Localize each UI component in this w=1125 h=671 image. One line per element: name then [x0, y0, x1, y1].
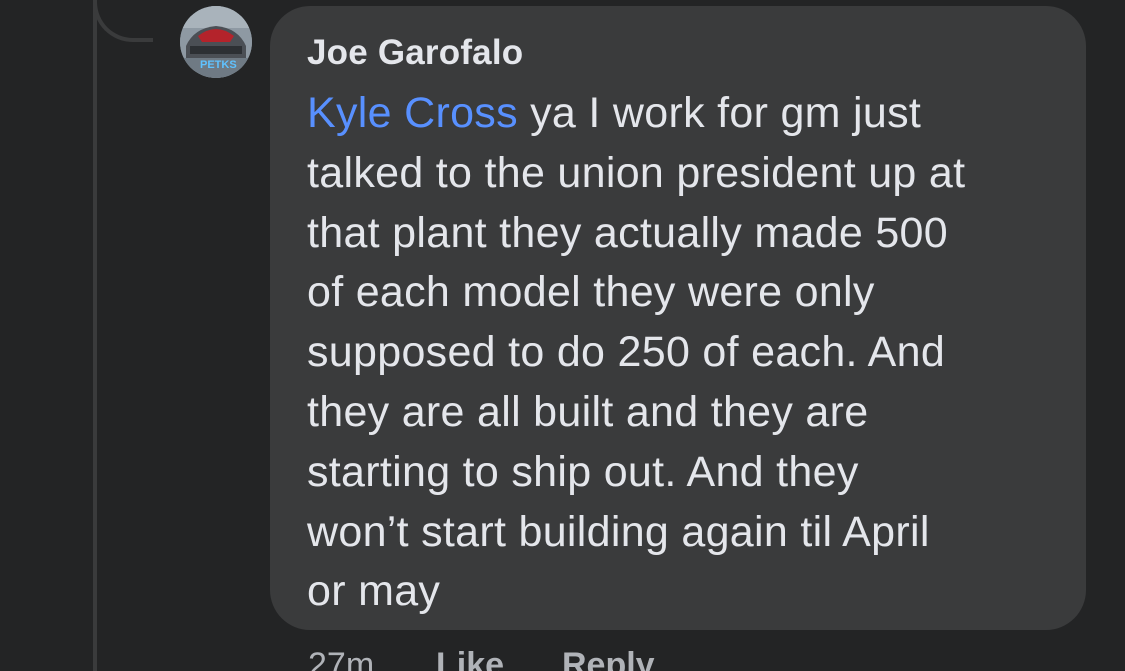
thread-reply-curve: [93, 0, 153, 42]
comment-bubble: Joe Garofalo Kyle Cross ya I work for gm…: [270, 6, 1086, 630]
comment-line-8: won’t start building again til April: [307, 507, 930, 556]
comment-line-4: of each model they were only: [307, 268, 875, 317]
comment-line-7: starting to ship out. And they: [307, 447, 859, 496]
avatar-car-image: PETKS: [180, 6, 252, 78]
reply-button[interactable]: Reply: [562, 646, 655, 671]
comment-thread: PETKS Joe Garofalo Kyle Cross ya I work …: [0, 0, 1125, 671]
avatar[interactable]: PETKS: [180, 6, 252, 78]
comment-timestamp[interactable]: 27m: [308, 646, 374, 671]
comment-line-9: or may: [307, 567, 441, 616]
thread-connector-line: [93, 0, 97, 671]
comment-line-1-text: ya I work for gm just: [517, 89, 922, 137]
comment-line-3: that plant they actually made 500: [307, 208, 948, 257]
comment-body: Kyle Cross ya I work for gm just talked …: [307, 84, 1067, 622]
like-button[interactable]: Like: [436, 646, 504, 671]
comment-author-name[interactable]: Joe Garofalo: [307, 33, 523, 73]
comment-line-6: they are all built and they are: [307, 387, 869, 436]
avatar-plate-text: PETKS: [200, 59, 237, 71]
comment-line-2: talked to the union president up at: [307, 148, 966, 197]
comment-line-5: supposed to do 250 of each. And: [307, 328, 946, 377]
mention-link[interactable]: Kyle Cross: [307, 89, 518, 137]
comment-line-1: Kyle Cross ya I work for gm just: [307, 84, 1067, 144]
